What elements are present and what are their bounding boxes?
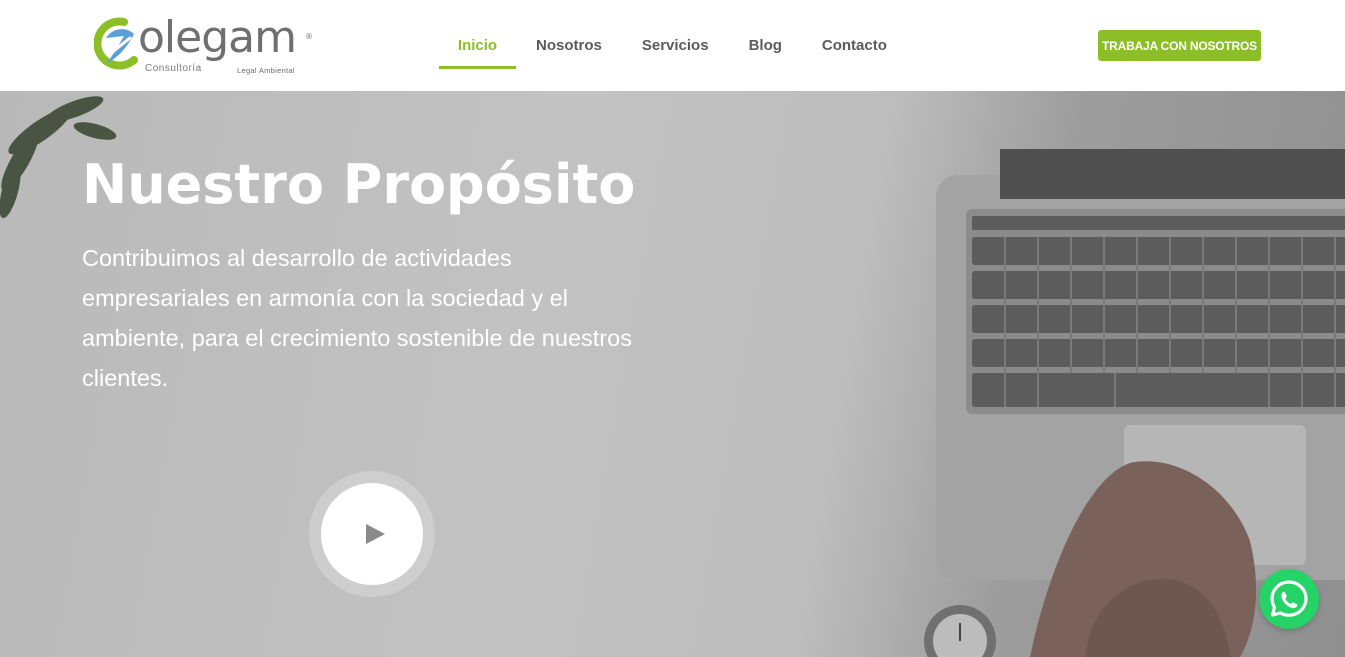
- nav-item-blog[interactable]: Blog: [749, 0, 782, 91]
- trabaja-con-nosotros-button[interactable]: TRABAJA CON NOSOTROS: [1098, 30, 1261, 61]
- logo-subtitle-left: Consultoría: [145, 63, 202, 74]
- logo-subtitle-right: Legal Ambiental: [237, 66, 295, 75]
- whatsapp-icon: [1270, 580, 1308, 617]
- site-header: olegam ® Consultoría Legal Ambiental Ini…: [0, 0, 1345, 91]
- play-video-button[interactable]: [321, 483, 423, 585]
- logo-wordmark: olegam: [138, 12, 297, 63]
- nav-item-nosotros[interactable]: Nosotros: [536, 0, 602, 91]
- whatsapp-button[interactable]: [1259, 569, 1319, 629]
- brand-logo[interactable]: olegam ® Consultoría Legal Ambiental: [94, 14, 324, 76]
- play-icon: [366, 524, 385, 544]
- hero-description: Contribuimos al desarrollo de actividade…: [82, 245, 632, 391]
- hero-section: Nuestro Propósito Contribuimos al desarr…: [0, 91, 1345, 657]
- nav-item-contacto[interactable]: Contacto: [822, 0, 887, 91]
- main-nav: Inicio Nosotros Servicios Blog Contacto: [439, 0, 887, 91]
- nav-item-inicio[interactable]: Inicio: [439, 0, 516, 91]
- hero-title: Nuestro Propósito: [82, 153, 636, 216]
- registered-mark: ®: [306, 32, 312, 41]
- nav-item-servicios[interactable]: Servicios: [642, 0, 709, 91]
